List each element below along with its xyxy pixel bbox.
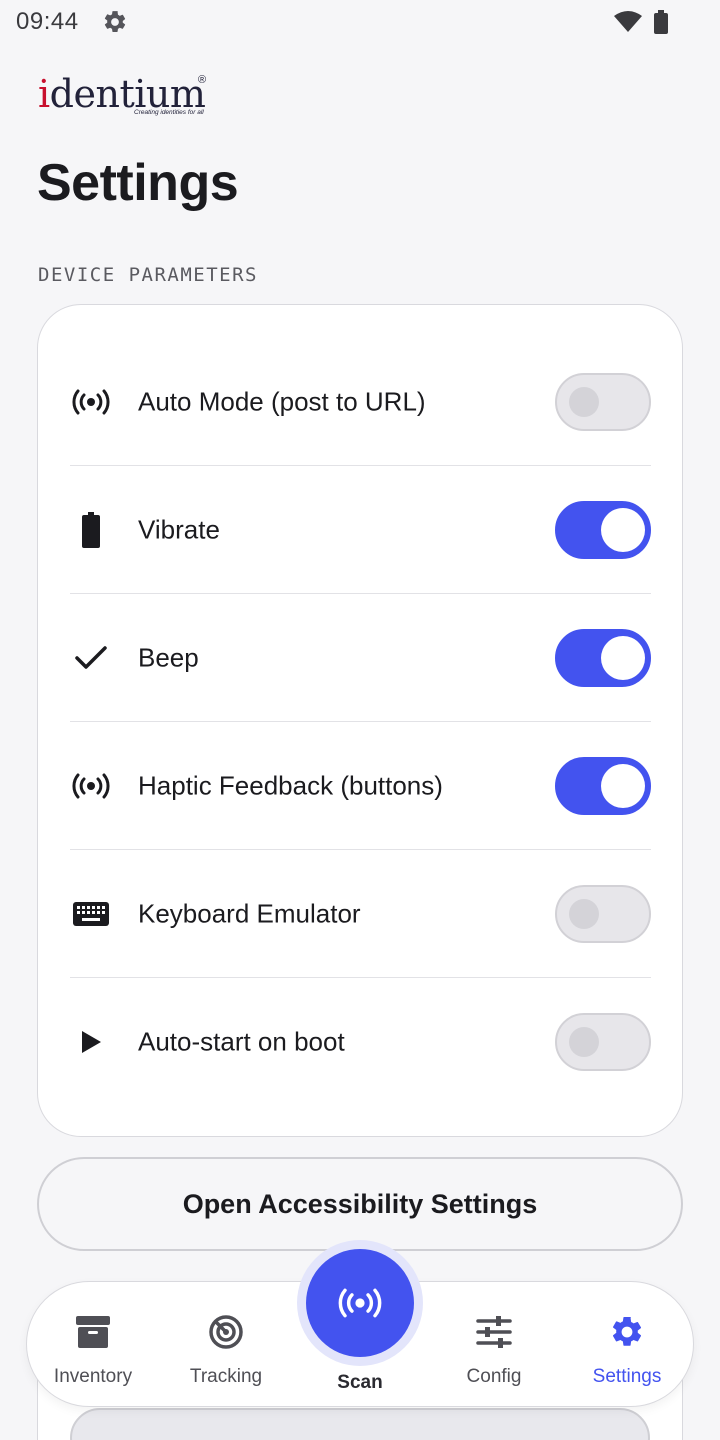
section-header-device-parameters: DEVICE PARAMETERS <box>38 264 258 286</box>
logo-registered-mark: ® <box>198 74 207 86</box>
keyboard-icon <box>70 894 112 934</box>
broadcast-icon <box>70 766 112 806</box>
wifi-icon <box>614 11 642 32</box>
archive-icon <box>76 1316 110 1348</box>
sliders-icon <box>476 1316 512 1348</box>
haptic-feedback-toggle[interactable] <box>555 756 651 815</box>
page-title: Settings <box>37 154 239 212</box>
nav-label: Tracking <box>189 1366 263 1387</box>
setting-row-auto-start: Auto-start on boot <box>70 978 651 1106</box>
setting-row-keyboard-emulator: Keyboard Emulator <box>70 850 651 978</box>
nav-label: Config <box>466 1366 522 1387</box>
setting-label: Auto Mode (post to URL) <box>138 386 426 416</box>
status-time: 09:44 <box>16 8 79 35</box>
setting-label: Beep <box>138 642 199 672</box>
play-icon <box>70 1022 112 1062</box>
setting-row-vibrate: Vibrate <box>70 466 651 594</box>
identium-logo: identium ® Creating identities for all <box>38 70 218 126</box>
open-accessibility-settings-button[interactable]: Open Accessibility Settings <box>37 1157 683 1251</box>
toggle-knob <box>601 507 645 552</box>
setting-row-beep: Beep <box>70 594 651 722</box>
gear-icon <box>612 1316 642 1346</box>
gear-icon <box>104 11 126 32</box>
setting-label: Haptic Feedback (buttons) <box>138 770 443 800</box>
setting-label: Auto-start on boot <box>138 1026 345 1057</box>
next-card-input[interactable] <box>70 1408 650 1440</box>
scan-label: Scan <box>337 1372 383 1393</box>
setting-row-auto-mode: Auto Mode (post to URL) <box>70 338 651 466</box>
battery-icon <box>70 510 112 550</box>
auto-start-toggle[interactable] <box>555 1013 651 1071</box>
check-icon <box>70 638 112 678</box>
nav-item-inventory[interactable]: Inventory <box>33 1282 153 1408</box>
battery-icon <box>654 10 668 34</box>
nav-item-settings[interactable]: Settings <box>567 1282 687 1408</box>
nav-item-tracking[interactable]: Tracking <box>166 1282 286 1408</box>
radar-icon <box>209 1315 243 1349</box>
toggle-knob <box>569 898 599 929</box>
auto-mode-toggle[interactable] <box>555 372 651 431</box>
keyboard-emulator-toggle[interactable] <box>555 884 651 943</box>
beep-toggle[interactable] <box>555 628 651 687</box>
setting-label: Vibrate <box>138 514 220 544</box>
toggle-knob <box>569 1027 599 1057</box>
nav-item-config[interactable]: Config <box>434 1282 554 1408</box>
toggle-knob <box>601 763 645 808</box>
broadcast-icon <box>338 1288 382 1318</box>
setting-row-haptic-feedback: Haptic Feedback (buttons) <box>70 722 651 850</box>
logo-tagline: Creating identities for all <box>134 109 204 116</box>
scan-button[interactable] <box>306 1249 414 1357</box>
nav-label: Settings <box>592 1366 662 1387</box>
status-bar: 09:44 <box>0 0 720 44</box>
vibrate-toggle[interactable] <box>555 500 651 559</box>
toggle-knob <box>569 386 599 417</box>
nav-label: Inventory <box>53 1366 133 1387</box>
toggle-knob <box>601 635 645 680</box>
device-parameters-card: Auto Mode (post to URL) Vibrate Beep Hap… <box>37 304 683 1137</box>
broadcast-icon <box>70 382 112 422</box>
setting-label: Keyboard Emulator <box>138 898 361 928</box>
